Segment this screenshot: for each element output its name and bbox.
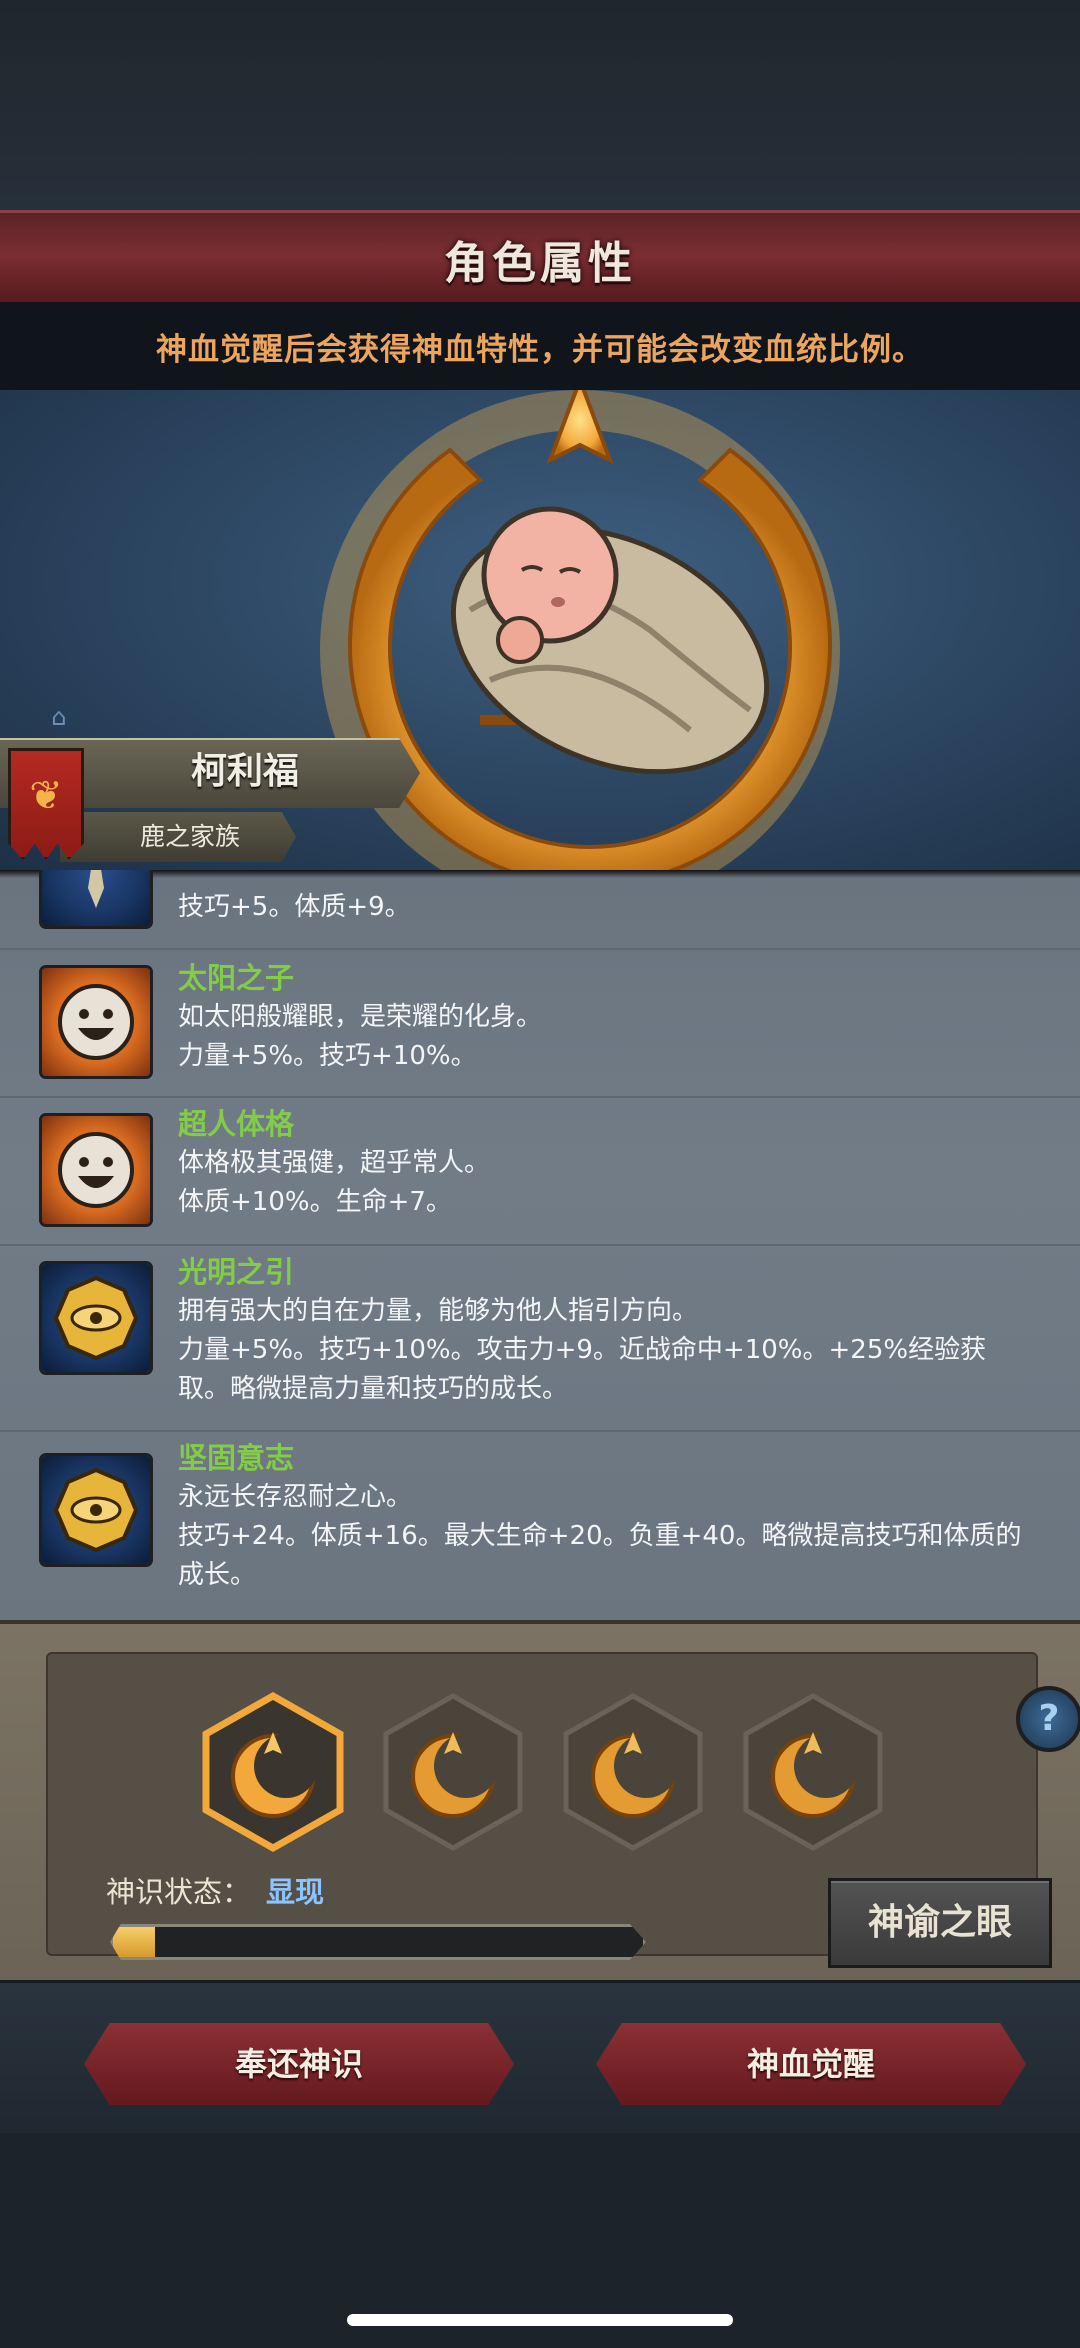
divine-sense-frame: ? 神识状态： 显现 神谕之眼 (46, 1652, 1080, 1968)
trait-desc: 拥有强大的自在力量，能够为他人指引方向。 力量+5%。技巧+10%。攻击力+9。… (178, 1296, 987, 1404)
trait-name: 超人体格 (178, 1107, 295, 1141)
trait-name: 太阳之子 (178, 961, 295, 995)
return-divine-sense-button[interactable]: 奉还神识 (84, 2023, 514, 2105)
trait-name: 光明之引 (178, 1255, 295, 1289)
sun-face-icon (42, 1116, 150, 1224)
home-indicator[interactable] (347, 2314, 733, 2326)
divine-blood-awaken-button[interactable]: 神血觉醒 (596, 2023, 1026, 2105)
state-value: 显现 (266, 1875, 325, 1909)
divine-sense-panel: ? 神识状态： 显现 神谕之眼 (0, 1620, 1080, 1984)
progress-fill (113, 1927, 156, 1957)
sun-face-icon (42, 968, 150, 1076)
family-banner-icon: ❦ (8, 748, 84, 860)
state-label: 神识状态： (106, 1875, 252, 1909)
trait-name: 坚固意志 (178, 1441, 295, 1475)
title-banner: 角色属性 (0, 210, 1080, 308)
golden-eye-medallion-icon (42, 1456, 150, 1564)
feather-icon (42, 870, 150, 926)
trait-item: 太阳之子 如太阳般耀眼，是荣耀的化身。 力量+5%。技巧+10%。 (0, 948, 1080, 1098)
trait-item: 坚固意志 永远长存忍耐之心。 技巧+24。体质+16。最大生命+20。负重+40… (0, 1430, 1080, 1620)
character-name: 柯利福 (190, 751, 299, 792)
divine-slot[interactable] (740, 1692, 886, 1852)
trait-desc: 如太阳般耀眼，是荣耀的化身。 力量+5%。技巧+10%。 (178, 1002, 543, 1071)
trait-desc: 技巧+5。体质+9。 (178, 892, 411, 922)
action-bar: 奉还神识 神血觉醒 (0, 1980, 1080, 2133)
help-icon[interactable]: ? (1016, 1686, 1080, 1752)
swaddled-baby-portrait (450, 506, 770, 775)
oracle-eye-button[interactable]: 神谕之眼 (828, 1878, 1052, 1968)
trait-desc: 体格极其强健，超乎常人。 体质+10%。生命+7。 (178, 1148, 491, 1217)
subtitle-strip: 神血觉醒后会获得神血特性，并可能会改变血统比例。 (0, 302, 1080, 390)
page-title: 角色属性 (444, 238, 636, 289)
top-background (0, 0, 1080, 210)
trait-item: 光明之引 拥有强大的自在力量，能够为他人指引方向。 力量+5%。技巧+10%。攻… (0, 1244, 1080, 1432)
trait-item: 超人体格 体格极其强健，超乎常人。 体质+10%。生命+7。 (0, 1096, 1080, 1246)
golden-eye-medallion-icon (42, 1264, 150, 1372)
family-name: 鹿之家族 (139, 822, 240, 851)
divine-slot-active[interactable] (200, 1692, 346, 1852)
trait-desc: 永远长存忍耐之心。 技巧+24。体质+16。最大生命+20。负重+40。略微提高… (178, 1482, 1022, 1590)
trait-list[interactable]: 技巧+5。体质+9。 太阳之子 如太阳般耀眼，是荣耀的化身。 力量+5%。技巧+… (0, 870, 1080, 1620)
divine-sense-progress-bar (110, 1924, 646, 1960)
page-subtitle: 神血觉醒后会获得神血特性，并可能会改变血统比例。 (156, 331, 924, 368)
divine-slot[interactable] (560, 1692, 706, 1852)
divine-slot[interactable] (380, 1692, 526, 1852)
home-icon[interactable]: ⌂ (44, 704, 74, 730)
trait-item: 技巧+5。体质+9。 (0, 870, 1080, 950)
